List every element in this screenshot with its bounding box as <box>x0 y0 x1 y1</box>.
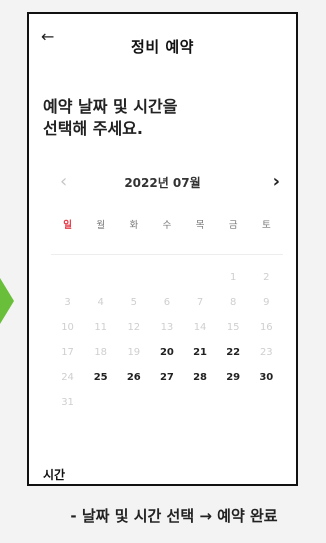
calendar-empty-cell <box>184 265 217 290</box>
instruction-line-1: 예약 날짜 및 시간을 <box>43 97 178 116</box>
calendar-day: 4 <box>97 297 104 308</box>
calendar-day[interactable]: 26 <box>117 365 150 390</box>
calendar-empty-cell <box>250 390 283 415</box>
calendar-day: 23 <box>259 347 273 358</box>
calendar-grid: 일월화수목금토 1 2 3 4 5 6 7 8 9 10 11 12 13 14 15 16 17 18 19 20 2… <box>51 216 283 415</box>
time-section-label: 시간 <box>43 468 66 482</box>
weekday-label: 화 <box>129 220 139 231</box>
next-month-chevron-icon[interactable]: › <box>273 172 280 192</box>
instruction-line-2: 선택해 주세요. <box>43 119 143 138</box>
calendar-day[interactable]: 25 <box>84 365 117 390</box>
calendar-empty-cell <box>117 265 150 290</box>
weekday-header-row: 일월화수목금토 <box>51 216 283 255</box>
calendar-empty-cell <box>217 390 250 415</box>
calendar-day[interactable]: 27 <box>150 365 183 390</box>
calendar-day: 19 <box>127 347 141 358</box>
calendar-day: 1 <box>230 272 237 283</box>
calendar-day: 15 <box>226 322 240 333</box>
calendar-week-row: 3 4 5 6 7 8 9 <box>51 290 283 315</box>
calendar-day: 24 <box>61 372 74 383</box>
calendar-empty-cell <box>150 265 183 290</box>
weekday-label: 일 <box>63 220 72 231</box>
calendar-day: 10 <box>61 322 74 333</box>
screen-title: 정비 예약 <box>131 38 194 56</box>
calendar-week-row: 24 25 26 27 28 29 30 <box>51 365 283 390</box>
phone-screen: ← 정비 예약 예약 날짜 및 시간을 선택해 주세요. ‹ 2022년 07월… <box>27 12 298 486</box>
calendar-week-row: 12 <box>51 265 283 290</box>
month-label: 2022년 07월 <box>124 176 201 190</box>
green-arrow-decoration <box>0 278 14 324</box>
calendar-day: 6 <box>163 297 171 308</box>
calendar-day: 14 <box>193 322 207 333</box>
calendar-day: 16 <box>259 322 273 333</box>
calendar-day: 3 <box>64 297 71 308</box>
calendar-day: 18 <box>94 347 108 358</box>
calendar-day[interactable]: 28 <box>184 365 217 390</box>
calendar-day: 2 <box>263 272 270 283</box>
calendar-day: 8 <box>230 297 237 308</box>
calendar-day: 9 <box>263 297 270 308</box>
calendar-empty-cell <box>84 390 117 415</box>
calendar-day[interactable]: 30 <box>250 365 283 390</box>
calendar-day: 11 <box>94 322 108 333</box>
weekday-label: 월 <box>96 220 106 231</box>
instruction-heading: 예약 날짜 및 시간을 선택해 주세요. <box>43 96 283 140</box>
calendar-day[interactable]: 21 <box>184 340 217 365</box>
weekday-label: 수 <box>162 220 172 231</box>
calendar-day[interactable]: 22 <box>217 340 250 365</box>
calendar-day[interactable]: 20 <box>150 340 183 365</box>
weekday-label: 토 <box>261 220 271 231</box>
calendar-day: 31 <box>61 397 74 408</box>
calendar-empty-cell <box>184 390 217 415</box>
calendar-week-row: 31 <box>51 390 283 415</box>
calendar-empty-cell <box>84 265 117 290</box>
flow-caption: - 날짜 및 시간 선택 → 예약 완료 <box>70 507 278 525</box>
calendar-empty-cell <box>117 390 150 415</box>
top-bar: ← 정비 예약 <box>29 14 296 62</box>
calendar-week-row: 10 11 12 13 14 15 16 <box>51 315 283 340</box>
calendar-day: 7 <box>196 297 204 308</box>
weekday-label: 금 <box>228 220 238 231</box>
calendar-empty-cell <box>51 265 84 290</box>
calendar-day: 13 <box>160 322 174 333</box>
calendar-day: 17 <box>61 347 74 358</box>
calendar-day: 12 <box>127 322 141 333</box>
calendar-empty-cell <box>150 390 183 415</box>
calendar-day: 5 <box>130 297 137 308</box>
calendar-week-row: 17 18 19 20 21 22 23 <box>51 340 283 365</box>
calendar-day[interactable]: 29 <box>217 365 250 390</box>
month-navigation: ‹ 2022년 07월 › <box>29 172 296 192</box>
weekday-label: 목 <box>195 220 205 231</box>
